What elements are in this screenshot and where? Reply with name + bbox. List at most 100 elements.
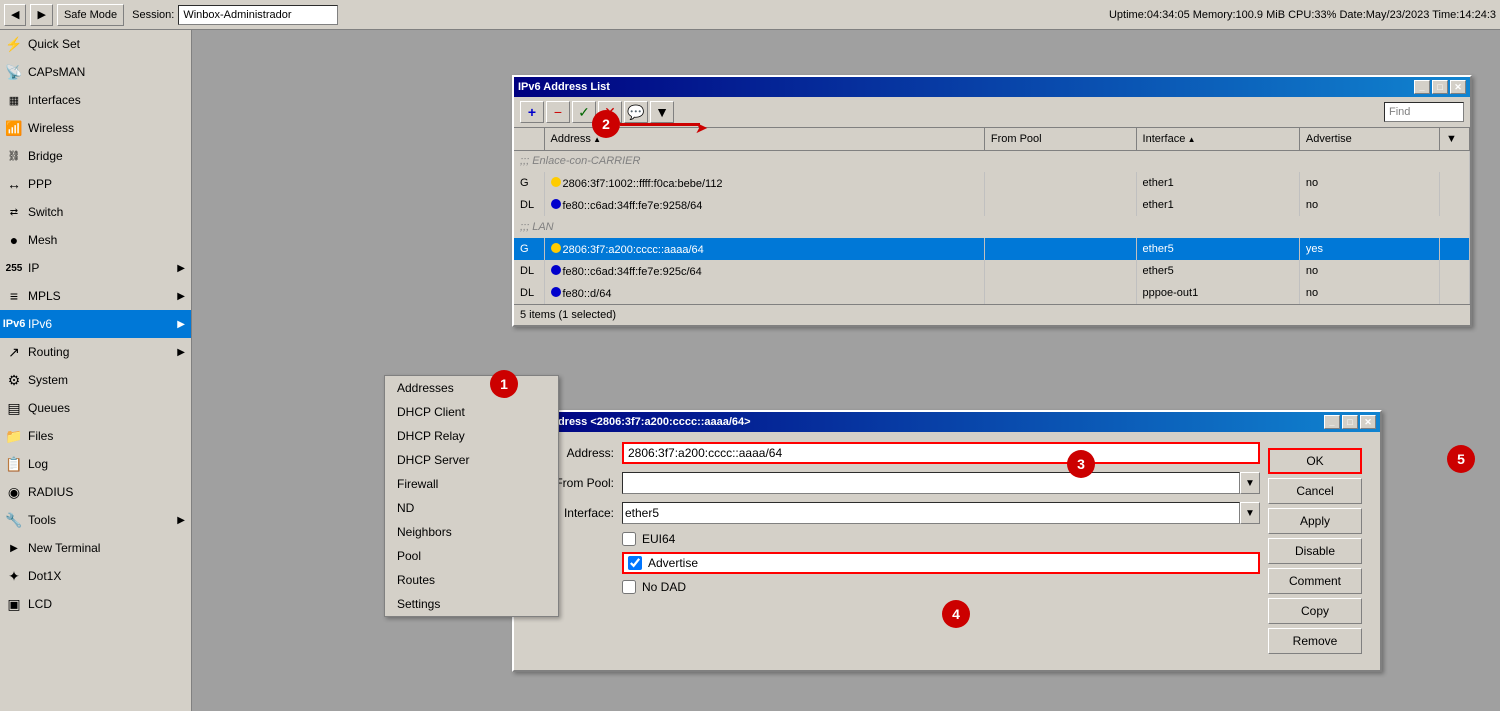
table-row[interactable]: DLfe80::d/64pppoe-out1no [514,282,1470,304]
sidebar-item-system[interactable]: ⚙ System [0,366,191,394]
sidebar-item-radius[interactable]: ◉ RADIUS [0,478,191,506]
sidebar-label: Queues [28,401,185,415]
col-interface[interactable]: Interface [1136,128,1299,150]
sidebar-item-log[interactable]: 📋 Log [0,450,191,478]
wireless-icon: 📶 [6,120,22,136]
sidebar-item-routing[interactable]: ↗ Routing ▶ [0,338,191,366]
maximize-edit-button[interactable]: □ [1342,415,1358,429]
session-input[interactable] [178,5,338,25]
table-row[interactable]: DLfe80::c6ad:34ff:fe7e:925c/64ether5no [514,260,1470,282]
ok-button[interactable]: OK [1268,448,1362,474]
badge-3: 3 [1067,450,1095,478]
address-input[interactable] [622,442,1260,464]
back-button[interactable]: ◀ [4,4,26,26]
sidebar-label: MPLS [28,289,171,303]
eui64-checkbox[interactable] [622,532,636,546]
forward-button[interactable]: ▶ [30,4,52,26]
safe-mode-button[interactable]: Safe Mode [57,4,124,26]
status-bar: Uptime:04:34:05 Memory:100.9 MiB CPU:33%… [1109,9,1496,21]
row-address: fe80::c6ad:34ff:fe7e:9258/64 [544,194,984,216]
table-row[interactable]: G2806:3f7:1002::ffff:f0ca:bebe/112ether1… [514,172,1470,194]
sidebar-item-bridge[interactable]: ⛓ Bridge [0,142,191,170]
maximize-button[interactable]: □ [1432,80,1448,94]
submenu-pool[interactable]: Pool [385,544,558,568]
apply-button[interactable]: Apply [1268,508,1362,534]
routing-arrow: ▶ [177,347,185,358]
sidebar-label: CAPsMAN [28,65,185,79]
lcd-icon: ▣ [6,596,22,612]
sidebar: ⚡ Quick Set 📡 CAPsMAN ▦ Interfaces 📶 Wir… [0,30,192,711]
submenu-settings[interactable]: Settings [385,592,558,616]
close-button[interactable]: ✕ [1450,80,1466,94]
sidebar-item-interfaces[interactable]: ▦ Interfaces [0,86,191,114]
interface-dropdown-btn[interactable]: ▼ [1240,502,1260,524]
col-dropdown[interactable]: ▼ [1440,128,1470,150]
row-advertise: yes [1299,238,1439,260]
submenu-neighbors[interactable]: Neighbors [385,520,558,544]
mpls-arrow: ▶ [177,291,185,302]
sidebar-item-mpls[interactable]: ≡ MPLS ▶ [0,282,191,310]
sidebar-item-ip[interactable]: 255 IP ▶ [0,254,191,282]
interface-select-area: ▼ [622,502,1260,524]
row-flag: G [514,172,544,194]
submenu-firewall[interactable]: Firewall [385,472,558,496]
submenu-nd[interactable]: ND [385,496,558,520]
minimize-button[interactable]: _ [1414,80,1430,94]
table-row[interactable]: DLfe80::c6ad:34ff:fe7e:9258/64ether1no [514,194,1470,216]
comment-button[interactable]: Comment [1268,568,1362,594]
no-dad-checkbox[interactable] [622,580,636,594]
submenu-addresses[interactable]: Addresses [385,376,558,400]
sidebar-item-wireless[interactable]: 📶 Wireless [0,114,191,142]
row-flag: DL [514,282,544,304]
interface-input[interactable] [622,502,1240,524]
row-empty [1440,194,1470,216]
sidebar-item-dot1x[interactable]: ✦ Dot1X [0,562,191,590]
copy-button[interactable]: Copy [1268,598,1362,624]
sidebar-item-ipv6[interactable]: IPv6 IPv6 ▶ [0,310,191,338]
row-interface: ether5 [1136,238,1299,260]
row-interface: ether1 [1136,172,1299,194]
sidebar-item-files[interactable]: 📁 Files [0,422,191,450]
session-area: Session: [132,5,338,25]
sidebar-label: System [28,373,185,387]
addr-edit-window: IPv6 Address <2806:3f7:a200:cccc::aaaa/6… [512,410,1382,672]
find-label: Find [1389,106,1410,118]
close-edit-button[interactable]: ✕ [1360,415,1376,429]
queues-icon: ▤ [6,400,22,416]
disable-button[interactable]: Disable [1268,538,1362,564]
col-flag [514,128,544,150]
add-button[interactable]: + [520,101,544,123]
advertise-checkbox[interactable] [628,556,642,570]
side-buttons: OK Cancel Apply Disable Comment Copy Rem… [1260,442,1370,660]
sidebar-item-new-terminal[interactable]: ▶ New Terminal [0,534,191,562]
cancel-button[interactable]: Cancel [1268,478,1362,504]
from-pool-input[interactable] [622,472,1240,494]
sidebar-item-quick-set[interactable]: ⚡ Quick Set [0,30,191,58]
dot1x-icon: ✦ [6,568,22,584]
addr-edit-content: Address: From Pool: ▼ Interface: [514,432,1380,670]
sidebar-item-lcd[interactable]: ▣ LCD [0,590,191,618]
tools-arrow: ▶ [177,515,185,526]
sidebar-item-queues[interactable]: ▤ Queues [0,394,191,422]
submenu-routes[interactable]: Routes [385,568,558,592]
addr-edit-titlebar: IPv6 Address <2806:3f7:a200:cccc::aaaa/6… [514,412,1380,432]
submenu-dhcp-relay[interactable]: DHCP Relay [385,424,558,448]
sidebar-item-ppp[interactable]: ↔ PPP [0,170,191,198]
sidebar-item-capsman[interactable]: 📡 CAPsMAN [0,58,191,86]
table-row[interactable]: G2806:3f7:a200:cccc::aaaa/64ether5yes [514,238,1470,260]
row-flag: DL [514,194,544,216]
remove-button[interactable]: Remove [1268,628,1362,654]
routing-icon: ↗ [6,344,22,360]
sidebar-item-switch[interactable]: ⇄ Switch [0,198,191,226]
from-pool-dropdown-btn[interactable]: ▼ [1240,472,1260,494]
submenu-dhcp-client[interactable]: DHCP Client [385,400,558,424]
col-from-pool: From Pool [984,128,1136,150]
row-advertise: no [1299,260,1439,282]
sidebar-item-tools[interactable]: 🔧 Tools ▶ [0,506,191,534]
minimize-edit-button[interactable]: _ [1324,415,1340,429]
bridge-icon: ⛓ [6,148,22,164]
sidebar-item-mesh[interactable]: ● Mesh [0,226,191,254]
submenu-dhcp-server[interactable]: DHCP Server [385,448,558,472]
sidebar-label: Tools [28,513,171,527]
remove-button[interactable]: − [546,101,570,123]
